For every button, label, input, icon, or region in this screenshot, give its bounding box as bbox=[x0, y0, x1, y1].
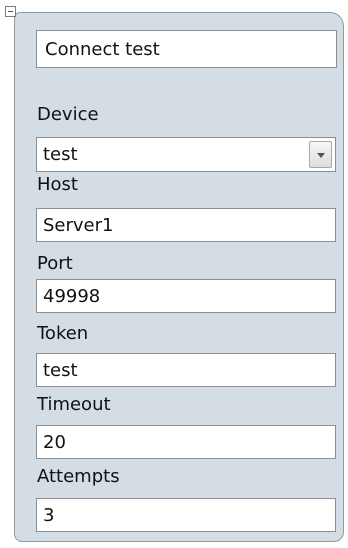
host-label: Host bbox=[37, 174, 78, 195]
dropdown-arrow-icon[interactable] bbox=[309, 141, 332, 168]
token-label: Token bbox=[37, 323, 89, 344]
device-select[interactable]: test bbox=[36, 137, 336, 172]
device-label: Device bbox=[37, 104, 99, 125]
port-label: Port bbox=[37, 253, 73, 274]
host-input[interactable]: Server1 bbox=[36, 208, 336, 242]
device-select-value: test bbox=[43, 144, 78, 165]
port-input[interactable]: 49998 bbox=[36, 279, 336, 313]
attempts-label: Attempts bbox=[37, 466, 120, 487]
token-input[interactable]: test bbox=[36, 353, 336, 387]
panel-title-input[interactable]: Connect test bbox=[36, 30, 337, 68]
timeout-label: Timeout bbox=[37, 394, 111, 415]
connection-panel bbox=[14, 12, 344, 542]
timeout-input[interactable]: 20 bbox=[36, 425, 336, 459]
attempts-input[interactable]: 3 bbox=[36, 498, 336, 532]
collapse-icon[interactable] bbox=[5, 6, 16, 17]
